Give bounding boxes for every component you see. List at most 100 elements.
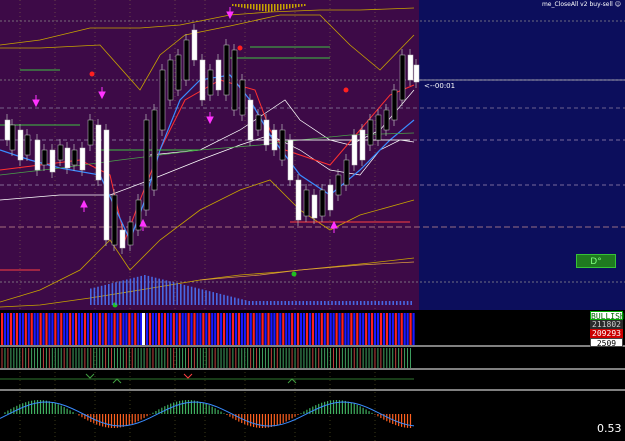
strength-bar-17 xyxy=(51,313,54,345)
strength-bar-44 xyxy=(131,313,134,345)
strength-bar-9 xyxy=(27,313,30,345)
volume-bar-69 xyxy=(338,301,340,305)
strength-bar-74 xyxy=(220,313,223,345)
top-tick-10 xyxy=(262,4,264,11)
strength-bar-104 xyxy=(308,313,312,345)
volume-bar-51 xyxy=(273,301,276,305)
candle-body-33 xyxy=(263,119,270,146)
candle-body-28 xyxy=(223,44,230,96)
strength-bar-124 xyxy=(368,313,371,345)
strength-bar-106 xyxy=(314,313,317,345)
volume-bar-68 xyxy=(334,301,337,305)
top-tick-23 xyxy=(301,4,303,7)
strength-bar-87 xyxy=(258,313,261,345)
volume-bar-45 xyxy=(252,301,254,305)
strength-bar-85 xyxy=(252,313,255,345)
strength-bar-19 xyxy=(57,313,60,345)
strength-bar-83 xyxy=(246,313,249,345)
strength-bar-59 xyxy=(175,313,178,345)
strength-marker xyxy=(142,313,145,345)
volume-bar-23 xyxy=(172,282,175,305)
strength-bar-0 xyxy=(1,313,4,345)
strength-bar-96 xyxy=(285,313,288,345)
strength-bar-77 xyxy=(228,313,232,345)
strength-bar-139 xyxy=(412,313,415,345)
strength-bar-36 xyxy=(107,313,110,345)
volume-bar-32 xyxy=(205,290,207,305)
candle-body-50 xyxy=(399,54,406,101)
volume-bar-59 xyxy=(302,301,304,305)
top-tick-0 xyxy=(232,4,234,6)
volume-bar-18 xyxy=(154,277,157,305)
volume-bar-67 xyxy=(331,301,333,305)
strength-bar-138 xyxy=(409,313,412,345)
strength-bar-45 xyxy=(134,313,137,345)
volume-bar-70 xyxy=(342,301,344,305)
top-tick-14 xyxy=(274,4,276,11)
strength-bar-109 xyxy=(323,313,326,345)
candle-body-47 xyxy=(375,114,382,141)
candle-body-3 xyxy=(24,134,31,156)
strength-bar-70 xyxy=(208,313,211,345)
strength-bar-27 xyxy=(80,313,84,345)
strength-bar-78 xyxy=(231,313,235,345)
volume-bar-84 xyxy=(392,301,394,305)
strength-bar-47 xyxy=(140,313,143,345)
candle-countdown: <--00:01 xyxy=(424,82,456,90)
volume-bar-40 xyxy=(234,297,236,305)
candle-body-14 xyxy=(111,194,118,246)
strength-bar-58 xyxy=(172,313,175,345)
strength-value-3: 2509 xyxy=(590,338,623,348)
strength-bar-91 xyxy=(270,313,273,345)
signal-button[interactable]: D° xyxy=(576,254,616,268)
candle-body-35 xyxy=(279,129,286,161)
strength-bar-2 xyxy=(6,313,10,345)
candle-body-52 xyxy=(413,64,420,83)
strength-bar-31 xyxy=(92,313,95,345)
strength-bar-34 xyxy=(101,313,104,345)
candle-body-45 xyxy=(359,129,366,161)
strength-bar-132 xyxy=(391,313,394,345)
volume-bar-80 xyxy=(378,301,380,305)
strength-value-1: 211802 xyxy=(590,320,623,329)
volume-bar-86 xyxy=(399,301,402,305)
chart-canvas[interactable] xyxy=(0,0,625,441)
top-tick-8 xyxy=(256,4,258,10)
strength-bar-42 xyxy=(125,313,128,345)
strength-bar-41 xyxy=(122,313,125,345)
top-tick-3 xyxy=(241,4,243,8)
volume-bar-21 xyxy=(165,280,168,305)
candle-body-1 xyxy=(9,124,16,151)
candle-body-40 xyxy=(319,189,326,217)
strength-bar-89 xyxy=(264,313,267,345)
volume-bar-61 xyxy=(309,301,312,305)
volume-bar-66 xyxy=(327,301,330,305)
strength-bar-21 xyxy=(63,313,66,345)
volume-bar-49 xyxy=(266,301,268,305)
strength-bar-54 xyxy=(160,313,164,345)
candle-body-6 xyxy=(49,149,56,173)
strength-bar-90 xyxy=(267,313,270,345)
volume-bar-75 xyxy=(360,301,362,305)
strength-bar-4 xyxy=(12,313,16,345)
volume-bar-55 xyxy=(288,301,290,305)
strength-bar-60 xyxy=(178,313,181,345)
volume-bar-79 xyxy=(374,301,376,305)
strength-bar-52 xyxy=(154,313,158,345)
strength-bar-20 xyxy=(60,313,63,345)
candle-body-4 xyxy=(34,139,41,171)
strength-bar-100 xyxy=(297,313,300,345)
strength-value-2: 209293 xyxy=(590,329,623,338)
candle-body-49 xyxy=(391,89,398,121)
strength-bar-33 xyxy=(98,313,101,345)
candle-body-9 xyxy=(71,149,78,166)
strength-bar-35 xyxy=(104,313,107,345)
strength-bar-43 xyxy=(128,313,131,345)
candle-body-24 xyxy=(191,29,198,61)
top-tick-20 xyxy=(292,4,294,8)
strength-bar-102 xyxy=(302,313,306,345)
candle-body-37 xyxy=(295,179,302,221)
strength-bar-71 xyxy=(211,313,214,345)
strength-bar-110 xyxy=(326,313,329,345)
strength-bar-121 xyxy=(359,313,362,345)
